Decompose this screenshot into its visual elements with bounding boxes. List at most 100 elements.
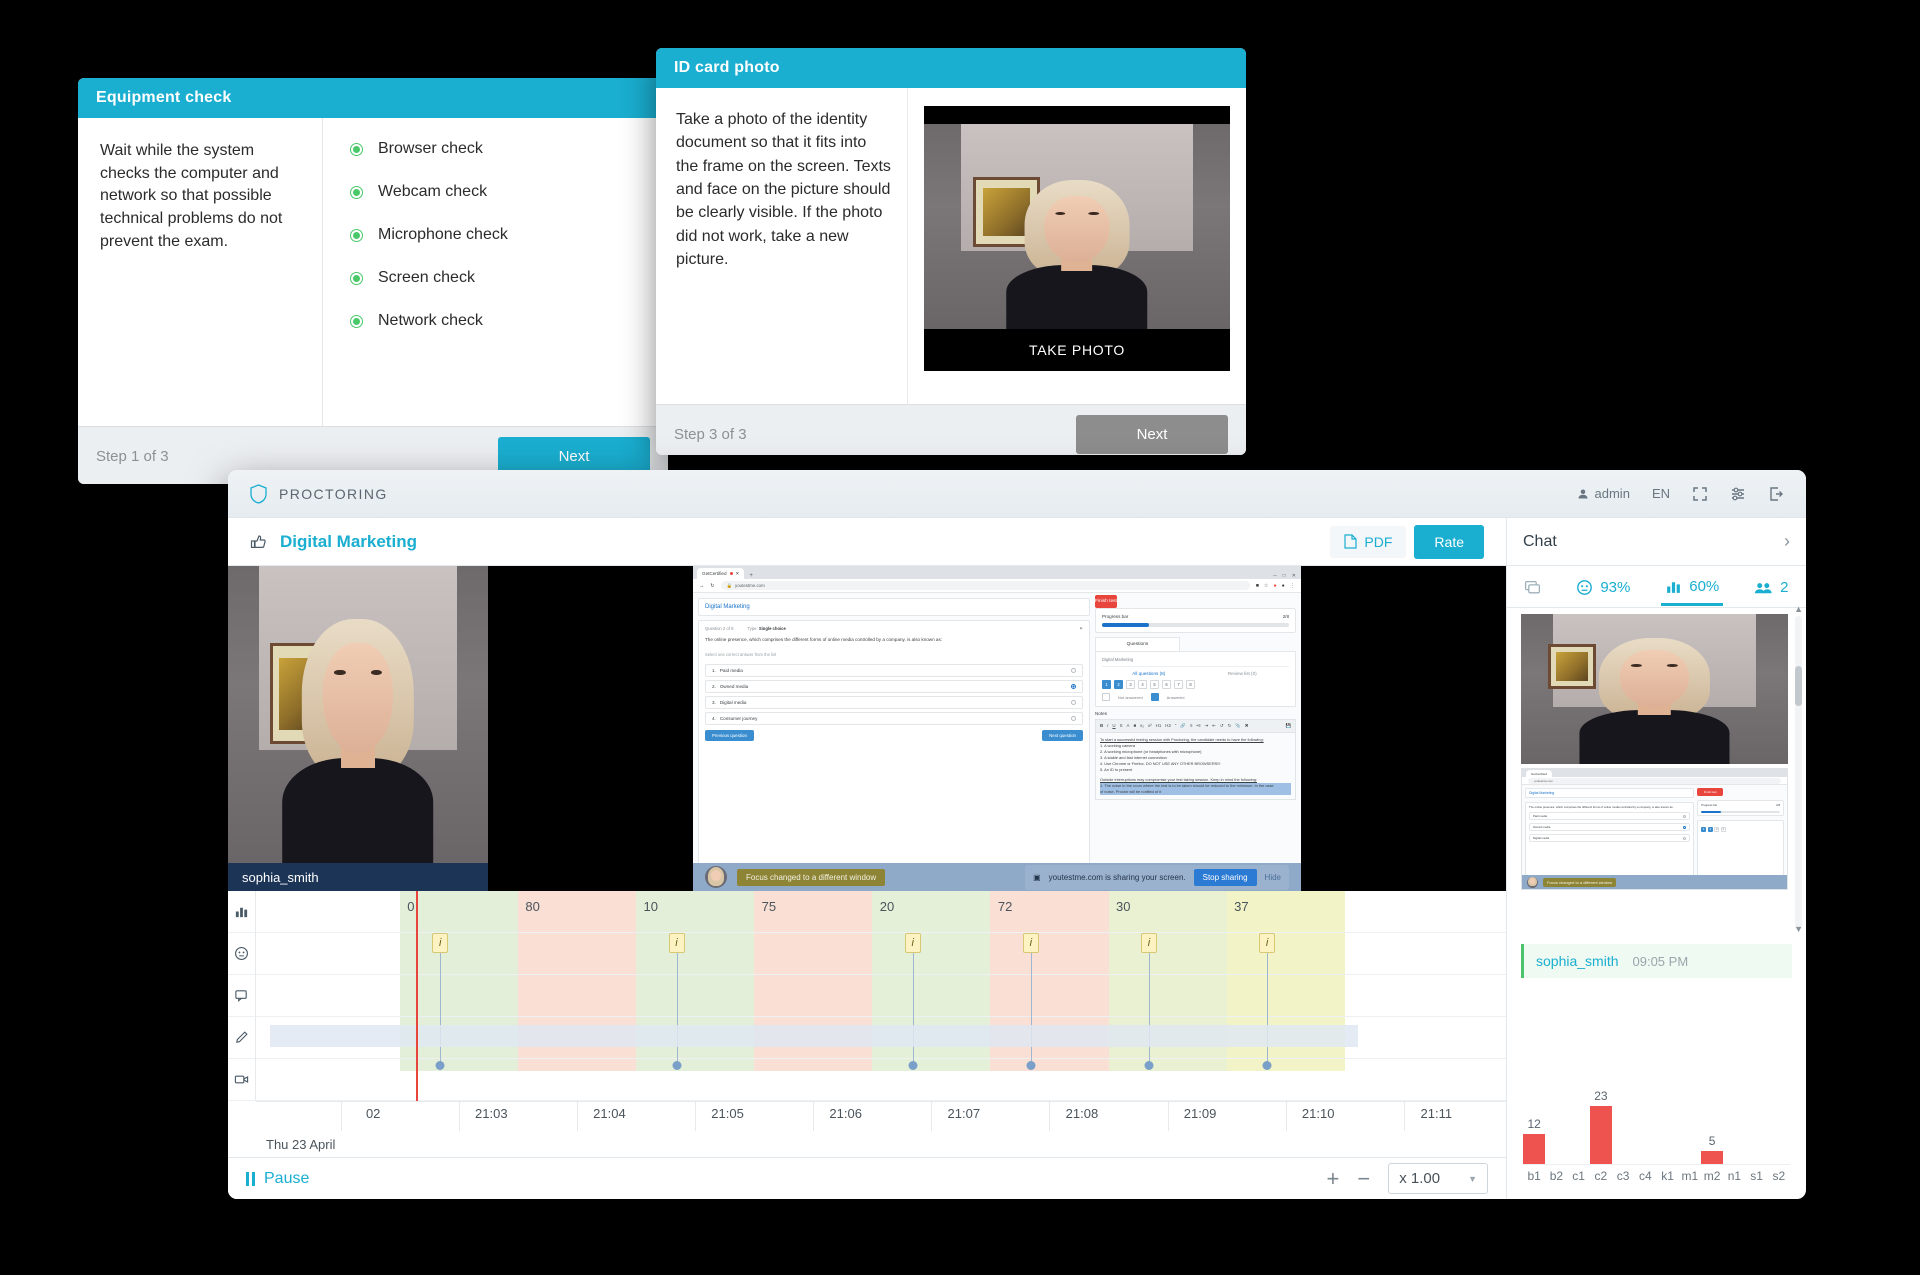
clear-format-icon[interactable]: ✖ [1245, 723, 1249, 729]
question-chip[interactable]: 4 [1720, 827, 1726, 832]
settings-button[interactable] [1730, 486, 1746, 502]
question-chip[interactable]: 4 [1137, 680, 1147, 689]
option-3[interactable]: 3. Digital media [705, 695, 1083, 709]
bar-column[interactable] [1768, 1079, 1790, 1164]
bar[interactable] [1589, 1106, 1612, 1164]
info-marker-icon[interactable]: i [1022, 933, 1039, 953]
address-bar[interactable]: 🔒 youtestme.com [720, 581, 1250, 590]
info-marker-icon[interactable]: i [432, 933, 449, 953]
attach-icon[interactable]: 📎 [1235, 723, 1240, 729]
question-chip[interactable]: 7 [1173, 680, 1183, 689]
profile-icon[interactable]: ● [1282, 583, 1285, 589]
undo-icon[interactable]: ↺ [1220, 723, 1224, 729]
marker-dot[interactable] [908, 1061, 918, 1070]
rate-button[interactable]: Rate [1414, 524, 1484, 559]
indent-icon[interactable]: ⇥ [1205, 723, 1209, 729]
notes-content[interactable]: To start a successful testing session wi… [1094, 733, 1296, 801]
heading2-icon[interactable]: H2 [1165, 723, 1171, 729]
bar-column[interactable] [1746, 1079, 1768, 1164]
bullet-list-icon[interactable]: •≡ [1196, 723, 1200, 729]
option-1[interactable]: 1. Paid media [705, 663, 1083, 677]
bar[interactable] [1523, 1134, 1546, 1164]
user-menu[interactable]: admin [1577, 486, 1630, 501]
bar-column[interactable]: 5 [1701, 1079, 1724, 1164]
bar-column[interactable] [1657, 1079, 1679, 1164]
superscript-icon[interactable]: x² [1148, 723, 1152, 729]
bar[interactable] [1701, 1151, 1724, 1164]
chat-message[interactable]: sophia_smith 09:05 PM [1521, 944, 1792, 978]
heading1-icon[interactable]: H1 [1156, 723, 1162, 729]
timeline-selection-band[interactable] [270, 1025, 1358, 1048]
radio-icon[interactable] [1683, 836, 1687, 840]
option-3[interactable]: Digital media [1529, 834, 1691, 843]
stat-comments[interactable] [1520, 569, 1545, 604]
question-chip[interactable]: 2 [1113, 680, 1123, 689]
info-marker-icon[interactable]: i [668, 933, 685, 953]
scrollbar-thumb[interactable] [1795, 666, 1802, 706]
option-4[interactable]: 4. Consumer journey [705, 711, 1083, 725]
participant-screen[interactable]: GetCertified youtestme.com Digital Marke… [1521, 768, 1788, 890]
previous-question-button[interactable]: Previous question [705, 729, 754, 741]
reload-icon[interactable]: ↻ [710, 583, 714, 589]
chat-header[interactable]: Chat › [1506, 518, 1806, 565]
bar-column[interactable]: 23 [1589, 1079, 1612, 1164]
stop-sharing-button[interactable]: Stop sharing [1193, 868, 1257, 886]
timeline-event-marker[interactable]: i [1022, 933, 1039, 1070]
radio-icon[interactable] [1070, 715, 1076, 721]
next-question-button[interactable]: Next question [1042, 729, 1083, 741]
marker-dot[interactable] [435, 1061, 445, 1070]
align-left-icon[interactable]: ≡ [1190, 723, 1193, 729]
radio-icon[interactable] [1070, 683, 1076, 689]
all-questions-tab[interactable]: All questions (8) [1102, 671, 1196, 676]
strikethrough-icon[interactable]: S [1120, 723, 1123, 729]
zoom-out-button[interactable]: − [1357, 1166, 1370, 1192]
quote-icon[interactable]: ” [1175, 723, 1176, 729]
webcam-pane[interactable]: sophia_smith [228, 566, 488, 891]
question-chip[interactable]: 8 [1185, 680, 1195, 689]
italic-icon[interactable]: I [1107, 723, 1108, 729]
info-marker-icon[interactable]: i [1259, 933, 1276, 953]
subscript-icon[interactable]: x₂ [1140, 723, 1144, 729]
pdf-button[interactable]: PDF [1330, 525, 1407, 558]
info-marker-icon[interactable]: i [904, 933, 921, 953]
tab-questions[interactable]: Questions [1094, 637, 1180, 651]
bar-column[interactable] [1545, 1079, 1567, 1164]
timeline-event-marker[interactable]: i [904, 933, 921, 1070]
radio-icon[interactable] [1683, 814, 1687, 818]
text-color-icon[interactable]: A [1127, 723, 1130, 729]
timeline-event-marker[interactable]: i [1259, 933, 1276, 1070]
review-list-tab[interactable]: Review list (0) [1196, 671, 1290, 676]
question-chip[interactable]: 5 [1149, 680, 1159, 689]
radio-icon[interactable] [1070, 667, 1076, 673]
timeline-playhead[interactable] [416, 891, 418, 1101]
bar-column[interactable] [1723, 1079, 1745, 1164]
save-note-icon[interactable]: 💾 [1286, 723, 1291, 729]
zoom-in-button[interactable]: + [1326, 1166, 1339, 1192]
tab-close-icon[interactable]: ✕ [736, 571, 740, 577]
address-bar[interactable]: youtestme.com [1528, 777, 1781, 784]
outdent-icon[interactable]: ⇤ [1212, 723, 1216, 729]
fullscreen-button[interactable] [1692, 486, 1708, 502]
timeline-event-marker[interactable]: i [1141, 933, 1157, 1070]
question-chip[interactable]: 3 [1125, 680, 1135, 689]
question-chip[interactable]: 3 [1714, 827, 1720, 832]
info-marker-icon[interactable]: i [1141, 933, 1157, 953]
media-scrollbar[interactable] [1795, 616, 1802, 930]
question-chip[interactable]: 1 [1101, 680, 1111, 689]
option-1[interactable]: Paid media [1529, 812, 1691, 821]
marker-dot[interactable] [1262, 1061, 1272, 1070]
redo-icon[interactable]: ↻ [1228, 723, 1232, 729]
thumbs-up-icon[interactable] [250, 533, 268, 551]
browser-tab[interactable]: GetCertified [1526, 770, 1553, 777]
bar-column[interactable]: 12 [1523, 1079, 1546, 1164]
option-2[interactable]: Owned media [1529, 823, 1691, 832]
screen-share-icon[interactable]: ■ [1256, 583, 1259, 589]
stat-participants[interactable]: 2 [1750, 569, 1792, 604]
finish-test-button[interactable]: Finish test [1094, 595, 1117, 608]
timeline-event-marker[interactable]: i [668, 933, 685, 1070]
question-chip[interactable]: 1 [1701, 827, 1707, 832]
marker-dot[interactable] [672, 1061, 681, 1070]
logout-button[interactable] [1768, 486, 1784, 502]
underline-icon[interactable]: U [1112, 723, 1115, 729]
browser-tab[interactable]: GetCertified ✕ [697, 568, 745, 579]
